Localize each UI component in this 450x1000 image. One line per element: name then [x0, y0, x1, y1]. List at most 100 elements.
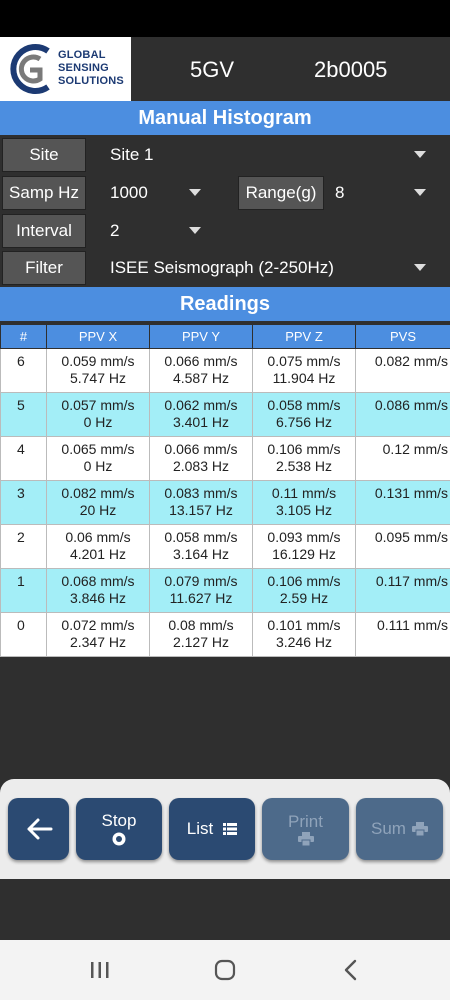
table-row[interactable]: 2 0.06 mm/s 4.201 Hz 0.058 mm/s 3.164 Hz 0… — [0, 524, 450, 569]
freq-value: 2.538 Hz — [275, 458, 333, 474]
recent-apps-icon[interactable] — [89, 960, 111, 980]
pvs-cell: 0.111 mm/s — [355, 612, 450, 657]
printer-icon — [411, 822, 428, 836]
stop-button[interactable]: Stop — [76, 798, 162, 860]
table-row[interactable]: 4 0.065 mm/s 0 Hz 0.066 mm/s 2.083 Hz 0.10… — [0, 436, 450, 481]
interval-select[interactable]: 2 — [110, 221, 119, 241]
ppv-value: 0.065 mm/s — [61, 441, 135, 457]
ppv-z-cell: 0.058 mm/s 6.756 Hz — [252, 392, 356, 437]
freq-value: 2.083 Hz — [172, 458, 230, 474]
pvs-cell: 0.12 mm/s — [355, 436, 450, 481]
ppv-x-cell: 0.068 mm/s 3.846 Hz — [46, 568, 150, 613]
ppv-value: 0.106 mm/s — [267, 573, 341, 589]
freq-value: 3.246 Hz — [275, 634, 333, 650]
site-label: Site — [2, 138, 86, 172]
ppv-value: 0.06 mm/s — [65, 529, 131, 545]
back-button[interactable] — [8, 798, 69, 860]
ppv-y-cell: 0.062 mm/s 3.401 Hz — [149, 392, 253, 437]
freq-value: 4.201 Hz — [69, 546, 127, 562]
page-title: Manual Histogram — [0, 101, 450, 135]
status-bar — [0, 0, 450, 37]
ppv-value: 0.106 mm/s — [267, 441, 341, 457]
readings-table: # PPV X PPV Y PPV Z PVS 6 0.059 mm/s 5.74… — [0, 324, 450, 657]
site-select[interactable]: Site 1 — [110, 145, 153, 165]
freq-value: 6.756 Hz — [275, 414, 333, 430]
ppv-value: 0.08 mm/s — [168, 617, 234, 633]
freq-value: 4.587 Hz — [172, 370, 230, 386]
ppv-z-cell: 0.075 mm/s 11.904 Hz — [252, 348, 356, 393]
ppv-value: 0.079 mm/s — [164, 573, 238, 589]
home-icon[interactable] — [213, 958, 237, 982]
print-button[interactable]: Print — [262, 798, 349, 860]
chevron-down-icon[interactable] — [414, 264, 426, 271]
filter-label: Filter — [2, 251, 86, 285]
row-index: 6 — [0, 348, 47, 393]
ppv-value: 0.082 mm/s — [61, 485, 135, 501]
chevron-down-icon[interactable] — [189, 227, 201, 234]
stop-circle-icon — [112, 832, 126, 846]
ppv-x-cell: 0.057 mm/s 0 Hz — [46, 392, 150, 437]
pvs-cell: 0.095 mm/s — [355, 524, 450, 569]
filter-row: Filter ISEE Seismograph (2-250Hz) — [0, 250, 450, 286]
table-row[interactable]: 0 0.072 mm/s 2.347 Hz 0.08 mm/s 2.127 Hz 0… — [0, 612, 450, 657]
ppv-x-cell: 0.082 mm/s 20 Hz — [46, 480, 150, 525]
ppv-value: 0.058 mm/s — [267, 397, 341, 413]
column-header: PVS — [355, 324, 450, 349]
ppv-x-cell: 0.06 mm/s 4.201 Hz — [46, 524, 150, 569]
freq-value: 16.129 Hz — [272, 546, 336, 562]
freq-value: 20 Hz — [79, 502, 117, 518]
device-id: 2b0005 — [314, 57, 388, 82]
list-button[interactable]: List — [169, 798, 255, 860]
ppv-value: 0.101 mm/s — [267, 617, 341, 633]
range-label: Range(g) — [238, 176, 324, 210]
row-index: 0 — [0, 612, 47, 657]
table-row[interactable]: 3 0.082 mm/s 20 Hz 0.083 mm/s 13.157 Hz 0.… — [0, 480, 450, 525]
freq-value: 2.59 Hz — [279, 590, 329, 606]
table-row[interactable]: 6 0.059 mm/s 5.747 Hz 0.066 mm/s 4.587 Hz … — [0, 348, 450, 393]
freq-value: 13.157 Hz — [169, 502, 233, 518]
ppv-value: 0.075 mm/s — [267, 353, 341, 369]
ppv-z-cell: 0.106 mm/s 2.538 Hz — [252, 436, 356, 481]
chevron-down-icon[interactable] — [189, 189, 201, 196]
ppv-y-cell: 0.083 mm/s 13.157 Hz — [149, 480, 253, 525]
freq-value: 0 Hz — [83, 458, 113, 474]
ppv-x-cell: 0.065 mm/s 0 Hz — [46, 436, 150, 481]
company-logo: GLOBAL SENSING SOLUTIONS — [0, 37, 131, 101]
ppv-value: 0.066 mm/s — [164, 441, 238, 457]
sum-button[interactable]: Sum — [356, 798, 443, 860]
readings-title: Readings — [0, 287, 450, 321]
ppv-value: 0.059 mm/s — [61, 353, 135, 369]
ppv-y-cell: 0.066 mm/s 2.083 Hz — [149, 436, 253, 481]
column-header: # — [0, 324, 47, 349]
freq-value: 3.846 Hz — [69, 590, 127, 606]
chevron-down-icon[interactable] — [414, 189, 426, 196]
filter-select[interactable]: ISEE Seismograph (2-250Hz) — [110, 258, 334, 278]
freq-value: 2.347 Hz — [69, 634, 127, 650]
logo-line: GLOBAL — [58, 49, 106, 61]
chevron-down-icon[interactable] — [414, 151, 426, 158]
nav-back-icon[interactable] — [343, 959, 359, 981]
table-row[interactable]: 5 0.057 mm/s 0 Hz 0.062 mm/s 3.401 Hz 0.05… — [0, 392, 450, 437]
samp-range-row: Samp Hz 1000 Range(g) 8 — [0, 175, 450, 211]
freq-value: 3.401 Hz — [172, 414, 230, 430]
pvs-cell: 0.131 mm/s — [355, 480, 450, 525]
row-index: 5 — [0, 392, 47, 437]
table-row[interactable]: 1 0.068 mm/s 3.846 Hz 0.079 mm/s 11.627 Hz… — [0, 568, 450, 613]
pvs-cell: 0.086 mm/s — [355, 392, 450, 437]
ppv-value: 0.093 mm/s — [267, 529, 341, 545]
list-icon — [223, 823, 238, 835]
samp-hz-label: Samp Hz — [2, 176, 86, 210]
ppv-y-cell: 0.058 mm/s 3.164 Hz — [149, 524, 253, 569]
row-index: 3 — [0, 480, 47, 525]
ppv-z-cell: 0.101 mm/s 3.246 Hz — [252, 612, 356, 657]
samp-hz-select[interactable]: 1000 — [110, 183, 148, 203]
pvs-cell: 0.082 mm/s — [355, 348, 450, 393]
range-select[interactable]: 8 — [335, 183, 344, 203]
ppv-value: 0.083 mm/s — [164, 485, 238, 501]
freq-value: 3.105 Hz — [275, 502, 333, 518]
table-header-row: # PPV X PPV Y PPV Z PVS — [0, 324, 450, 349]
pvs-cell: 0.117 mm/s — [355, 568, 450, 613]
stop-label: Stop — [101, 811, 137, 830]
row-index: 1 — [0, 568, 47, 613]
logo-text: GLOBAL SENSING SOLUTIONS — [58, 49, 124, 88]
